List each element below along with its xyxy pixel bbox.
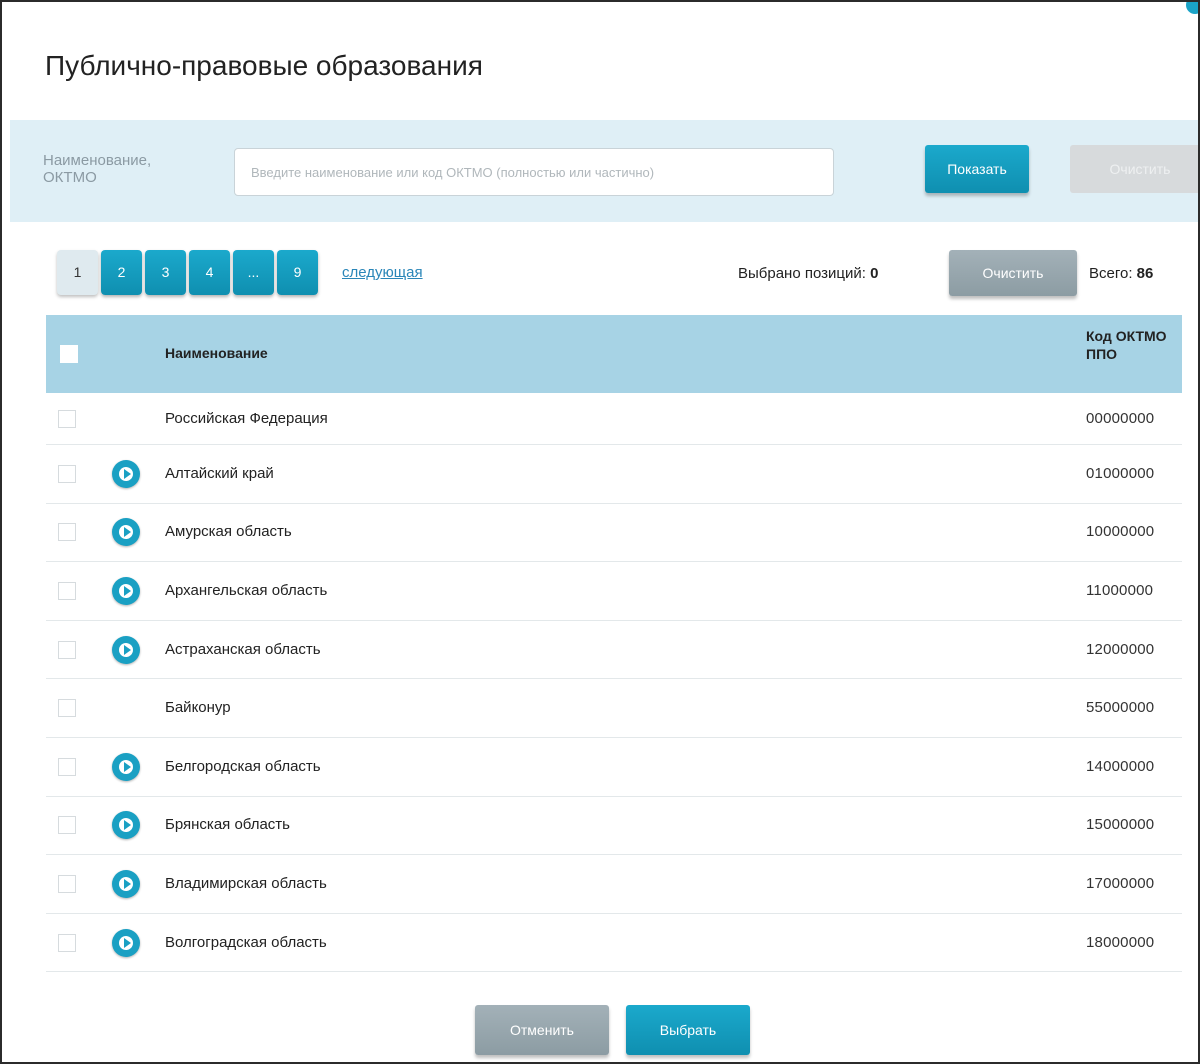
selected-count: Выбрано позиций: 0 (738, 265, 878, 282)
table-row[interactable]: Байконур 55000000 (46, 679, 1182, 738)
row-checkbox[interactable] (58, 816, 76, 835)
row-code: 11000000 (1086, 581, 1154, 599)
row-code: 55000000 (1086, 699, 1155, 717)
expand-arrow-icon[interactable] (112, 752, 140, 781)
ppo-selection-dialog: Публично-правовые образования Наименован… (0, 0, 1200, 1064)
row-code: 10000000 (1086, 523, 1155, 541)
expand-arrow-icon[interactable] (112, 518, 140, 547)
row-checkbox[interactable] (58, 874, 76, 893)
row-name: Белгородская область (165, 757, 321, 775)
page-9-button[interactable]: 9 (277, 250, 318, 295)
pagination: 1 2 3 4 ... 9 (57, 250, 318, 295)
table-row[interactable]: Владимирская область 17000000 (46, 855, 1182, 914)
row-checkbox[interactable] (58, 581, 76, 600)
selected-label: Выбрано позиций: (738, 265, 866, 282)
page-3-button[interactable]: 3 (145, 250, 186, 295)
page-2-button[interactable]: 2 (101, 250, 142, 295)
page-1-button[interactable]: 1 (57, 250, 98, 295)
row-checkbox[interactable] (58, 409, 76, 428)
table-body: Российская Федерация 00000000 Алтайский кр… (46, 393, 1182, 973)
table-row[interactable]: Астраханская область 12000000 (46, 621, 1182, 680)
row-code: 17000000 (1086, 874, 1155, 892)
clear-selection-button[interactable]: Очистить (949, 250, 1077, 296)
page-4-button[interactable]: 4 (189, 250, 230, 295)
total-count: Всего: 86 (1089, 265, 1153, 282)
search-input[interactable] (234, 148, 834, 196)
row-name: Волгоградская область (165, 933, 327, 951)
table-row[interactable]: Белгородская область 14000000 (46, 738, 1182, 797)
row-checkbox[interactable] (58, 699, 76, 718)
row-name: Амурская область (165, 523, 292, 541)
expand-arrow-icon[interactable] (112, 811, 140, 840)
row-code: 00000000 (1086, 409, 1155, 427)
row-checkbox[interactable] (58, 464, 76, 483)
column-header-code[interactable]: Код ОКТМО ППО (1086, 327, 1176, 363)
next-page-link[interactable]: следующая (342, 264, 423, 281)
table-header: Наименование Код ОКТМО ППО (46, 315, 1182, 393)
table-row[interactable]: Архангельская область 11000000 (46, 562, 1182, 621)
row-code: 01000000 (1086, 464, 1155, 482)
table-row[interactable]: Российская Федерация 00000000 (46, 393, 1182, 445)
search-panel: Наименование, ОКТМО Показать Очистить (10, 120, 1198, 222)
expand-arrow-icon[interactable] (112, 459, 140, 488)
row-name: Астраханская область (165, 640, 321, 658)
cancel-button[interactable]: Отменить (475, 1005, 609, 1055)
row-checkbox[interactable] (58, 757, 76, 776)
column-header-name[interactable]: Наименование (165, 345, 268, 361)
row-name: Российская Федерация (165, 409, 328, 427)
search-clear-button[interactable]: Очистить (1070, 145, 1198, 193)
table-row[interactable]: Алтайский край 01000000 (46, 445, 1182, 504)
expand-arrow-icon[interactable] (112, 635, 140, 664)
selected-value: 0 (870, 265, 879, 282)
expand-arrow-icon[interactable] (112, 869, 140, 898)
select-all-checkbox[interactable] (60, 345, 78, 363)
table-row[interactable]: Брянская область 15000000 (46, 797, 1182, 856)
row-name: Владимирская область (165, 874, 327, 892)
row-code: 12000000 (1086, 640, 1155, 658)
select-button[interactable]: Выбрать (626, 1005, 750, 1055)
row-checkbox[interactable] (58, 640, 76, 659)
row-checkbox[interactable] (58, 933, 76, 952)
row-code: 18000000 (1086, 933, 1155, 951)
row-code: 15000000 (1086, 816, 1155, 834)
row-code: 14000000 (1086, 757, 1155, 775)
row-checkbox[interactable] (58, 523, 76, 542)
row-name: Архангельская область (165, 581, 328, 599)
expand-arrow-icon[interactable] (112, 576, 140, 605)
row-name: Байконур (165, 699, 231, 717)
search-label: Наименование, ОКТМО (43, 152, 152, 186)
show-button[interactable]: Показать (925, 145, 1029, 193)
row-name: Алтайский край (165, 464, 274, 482)
dialog-title: Публично-правовые образования (45, 50, 483, 81)
table-row[interactable]: Амурская область 10000000 (46, 504, 1182, 563)
expand-arrow-icon[interactable] (112, 928, 140, 957)
total-label: Всего: (1089, 265, 1133, 282)
table-row[interactable]: Волгоградская область 18000000 (46, 914, 1182, 973)
corner-accent-icon (1186, 2, 1198, 14)
row-name: Брянская область (165, 816, 290, 834)
total-value: 86 (1136, 265, 1154, 282)
page-ellipsis-button[interactable]: ... (233, 250, 274, 295)
